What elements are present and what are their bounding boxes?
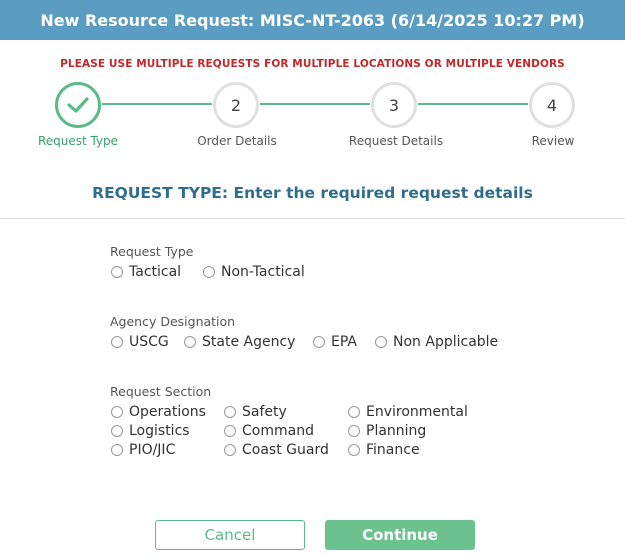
- radio-command[interactable]: Command: [224, 423, 314, 439]
- step-3-circle[interactable]: 3: [371, 82, 417, 128]
- radio-circle-icon: [348, 444, 360, 456]
- radio-circle-icon: [203, 266, 215, 278]
- radio-pio-jic[interactable]: PIO/JIC: [111, 442, 175, 458]
- request-section-label: Request Section: [110, 384, 212, 399]
- request-type-label: Request Type: [110, 244, 194, 259]
- section-divider: [0, 218, 625, 219]
- radio-operations[interactable]: Operations: [111, 404, 206, 420]
- step-4-label: Review: [531, 134, 575, 148]
- radio-tactical[interactable]: Tactical: [111, 264, 181, 280]
- radio-state-agency[interactable]: State Agency: [184, 334, 295, 350]
- radio-circle-icon: [184, 336, 196, 348]
- dialog-title: New Resource Request: MISC-NT-2063 (6/14…: [40, 10, 585, 30]
- radio-safety[interactable]: Safety: [224, 404, 287, 420]
- step-2-label: Order Details: [197, 134, 277, 148]
- dialog-header: New Resource Request: MISC-NT-2063 (6/14…: [0, 0, 625, 40]
- radio-logistics[interactable]: Logistics: [111, 423, 190, 439]
- radio-circle-icon: [348, 406, 360, 418]
- radio-circle-icon: [111, 425, 123, 437]
- step-connector-3-4: [418, 103, 528, 105]
- step-1-circle[interactable]: [55, 82, 101, 128]
- radio-non-tactical[interactable]: Non-Tactical: [203, 264, 305, 280]
- radio-circle-icon: [224, 406, 236, 418]
- step-3-label: Request Details: [348, 134, 444, 148]
- radio-epa[interactable]: EPA: [313, 334, 357, 350]
- step-3-number: 3: [388, 95, 400, 115]
- agency-designation-label: Agency Designation: [110, 314, 236, 329]
- radio-circle-icon: [313, 336, 325, 348]
- step-connector-1-2: [102, 103, 212, 105]
- radio-planning[interactable]: Planning: [348, 423, 426, 439]
- radio-coast-guard[interactable]: Coast Guard: [224, 442, 329, 458]
- progress-stepper: 2 3 4 Request Type Order Details Request…: [0, 48, 625, 148]
- step-2-circle[interactable]: 2: [213, 82, 259, 128]
- radio-circle-icon: [111, 266, 123, 278]
- checkmark-icon: [67, 97, 89, 113]
- radio-circle-icon: [375, 336, 387, 348]
- radio-circle-icon: [224, 444, 236, 456]
- radio-finance[interactable]: Finance: [348, 442, 420, 458]
- radio-non-applicable[interactable]: Non Applicable: [375, 334, 498, 350]
- step-2-number: 2: [230, 95, 242, 115]
- step-connector-2-3: [260, 103, 370, 105]
- radio-circle-icon: [111, 336, 123, 348]
- section-title: REQUEST TYPE: Enter the required request…: [92, 184, 533, 202]
- radio-uscg[interactable]: USCG: [111, 334, 169, 350]
- radio-circle-icon: [111, 406, 123, 418]
- step-4-number: 4: [546, 95, 558, 115]
- radio-circle-icon: [224, 425, 236, 437]
- radio-environmental[interactable]: Environmental: [348, 404, 468, 420]
- continue-button[interactable]: Continue: [325, 520, 475, 550]
- cancel-button[interactable]: Cancel: [155, 520, 305, 550]
- radio-circle-icon: [111, 444, 123, 456]
- radio-circle-icon: [348, 425, 360, 437]
- step-4-circle[interactable]: 4: [529, 82, 575, 128]
- step-1-label: Request Type: [37, 134, 119, 148]
